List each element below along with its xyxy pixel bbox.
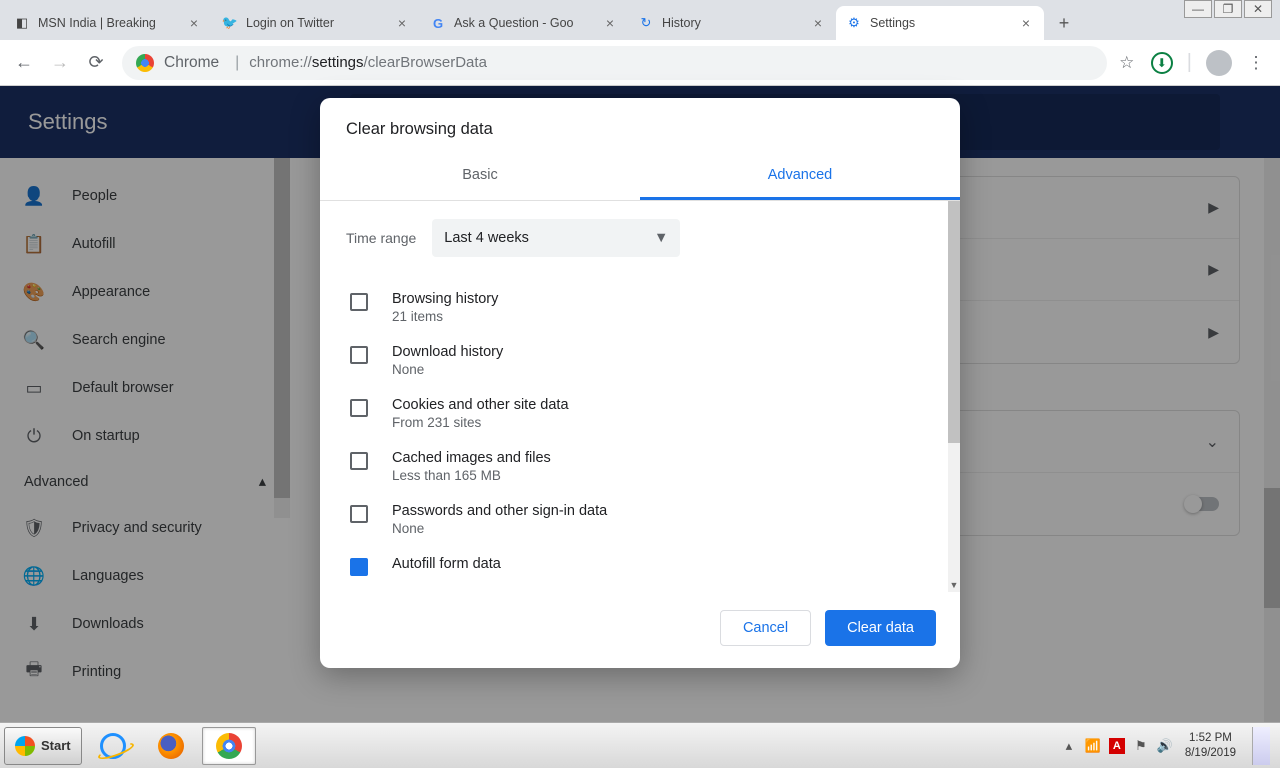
windows-logo-icon [15,736,35,756]
taskbar-clock[interactable]: 1:52 PM 8/19/2019 [1181,731,1240,760]
tab-title: Login on Twitter [246,16,394,30]
toolbar-divider: | [1187,51,1192,74]
checkbox-title: Download history [392,344,503,360]
favicon-msn: ◧ [14,15,30,31]
cancel-button[interactable]: Cancel [720,610,811,646]
checkbox[interactable] [350,399,368,417]
time-range-value: Last 4 weeks [444,230,529,246]
back-button[interactable]: ← [8,47,40,79]
forward-button[interactable]: → [44,47,76,79]
bookmark-star-icon[interactable]: ☆ [1117,53,1137,73]
taskbar-app-chrome[interactable] [202,727,256,765]
checkbox-subtitle: None [392,521,607,536]
window-minimize[interactable]: — [1184,0,1212,18]
windows-taskbar: Start ▴ 📶 A ⚑ 🔊 1:52 PM 8/19/2019 [0,722,1280,768]
dropdown-arrow-icon: ▼ [654,230,668,246]
downloads-icon[interactable]: ⬇ [1151,52,1173,74]
checkbox[interactable] [350,293,368,311]
checkbox-row-cached-images[interactable]: Cached images and files Less than 165 MB [346,440,934,493]
taskbar-app-ie[interactable] [86,727,140,765]
checkbox-title: Autofill form data [392,556,501,572]
checkbox-subtitle: 21 items [392,309,498,324]
dialog-title: Clear browsing data [320,98,960,153]
window-maximize[interactable]: ❐ [1214,0,1242,18]
dialog-tab-basic[interactable]: Basic [320,153,640,200]
tab-title: Settings [870,16,1018,30]
favicon-history: ↻ [638,15,654,31]
chrome-icon [136,54,154,72]
clock-date: 8/19/2019 [1185,746,1236,760]
gear-icon: ⚙ [846,15,862,31]
checkbox-title: Cached images and files [392,450,551,466]
start-button[interactable]: Start [4,727,82,765]
checkbox[interactable] [350,346,368,364]
window-close[interactable]: ✕ [1244,0,1272,18]
new-tab-button[interactable]: + [1050,9,1078,37]
dialog-tabs: Basic Advanced [320,153,960,201]
tray-overflow-icon[interactable]: ▴ [1061,738,1077,754]
tab-settings[interactable]: ⚙ Settings × [836,6,1044,40]
favicon-twitter: 🐦 [222,15,238,31]
tab-close-icon[interactable]: × [186,15,202,31]
clear-data-button[interactable]: Clear data [825,610,936,646]
checkbox[interactable] [350,558,368,576]
address-bar[interactable]: Chrome | chrome://settings/clearBrowserD… [122,46,1107,80]
tab-title: Ask a Question - Goo [454,16,602,30]
tab-title: History [662,16,810,30]
menu-icon[interactable]: ⋮ [1246,53,1266,73]
checkbox-subtitle: None [392,362,503,377]
checkbox-title: Browsing history [392,291,498,307]
taskbar-app-firefox[interactable] [144,727,198,765]
checkbox-row-browsing-history[interactable]: Browsing history 21 items [346,281,934,334]
checkbox-subtitle: Less than 165 MB [392,468,551,483]
browser-toolbar: ← → ⟳ Chrome | chrome://settings/clearBr… [0,40,1280,86]
tab-msn[interactable]: ◧ MSN India | Breaking × [4,6,212,40]
tab-close-icon[interactable]: × [394,15,410,31]
profile-avatar[interactable] [1206,50,1232,76]
omnibox-scheme-label: Chrome [164,54,219,72]
checkbox-row-download-history[interactable]: Download history None [346,334,934,387]
clear-browsing-data-dialog: Clear browsing data Basic Advanced Time … [320,98,960,668]
firefox-icon [158,733,184,759]
start-label: Start [41,738,71,753]
wifi-icon[interactable]: 📶 [1085,738,1101,754]
time-range-select[interactable]: Last 4 weeks ▼ [432,219,680,257]
checkbox-subtitle: From 231 sites [392,415,569,430]
tab-close-icon[interactable]: × [602,15,618,31]
clock-time: 1:52 PM [1185,731,1236,745]
time-range-label: Time range [346,230,416,246]
action-center-icon[interactable]: ⚑ [1133,738,1149,754]
volume-icon[interactable]: 🔊 [1157,738,1173,754]
tab-google[interactable]: G Ask a Question - Goo × [420,6,628,40]
antivirus-icon[interactable]: A [1109,738,1125,754]
dialog-scrollbar[interactable]: ▼ [948,201,960,592]
tab-twitter[interactable]: 🐦 Login on Twitter × [212,6,420,40]
tab-close-icon[interactable]: × [810,15,826,31]
scrollbar-thumb[interactable] [948,201,960,443]
tab-history[interactable]: ↻ History × [628,6,836,40]
omnibox-separator: | [235,54,239,72]
reload-button[interactable]: ⟳ [80,47,112,79]
tab-title: MSN India | Breaking [38,16,186,30]
checkbox[interactable] [350,452,368,470]
ie-icon [100,733,126,759]
browser-tabstrip: ◧ MSN India | Breaking × 🐦 Login on Twit… [0,0,1280,40]
tab-close-icon[interactable]: × [1018,15,1034,31]
checkbox-row-cookies[interactable]: Cookies and other site data From 231 site… [346,387,934,440]
favicon-google: G [430,15,446,31]
show-desktop-button[interactable] [1252,727,1270,765]
checkbox[interactable] [350,505,368,523]
chrome-icon [216,733,242,759]
url-text: chrome://settings/clearBrowserData [249,54,487,71]
scroll-down-arrow[interactable]: ▼ [948,578,960,592]
checkbox-title: Cookies and other site data [392,397,569,413]
checkbox-row-passwords[interactable]: Passwords and other sign-in data None [346,493,934,546]
system-tray: ▴ 📶 A ⚑ 🔊 1:52 PM 8/19/2019 [1061,727,1276,765]
dialog-body: Time range Last 4 weeks ▼ Browsing histo… [320,201,960,592]
checkbox-row-autofill[interactable]: Autofill form data [346,546,934,586]
checkbox-title: Passwords and other sign-in data [392,503,607,519]
dialog-actions: Cancel Clear data [320,592,960,668]
dialog-tab-advanced[interactable]: Advanced [640,153,960,200]
